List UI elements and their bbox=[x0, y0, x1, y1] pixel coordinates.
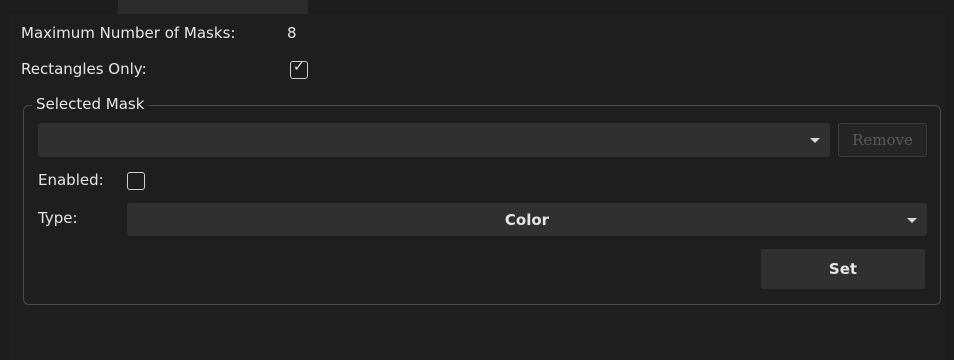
rectangles-only-label: Rectangles Only: bbox=[21, 60, 147, 78]
max-masks-label: Maximum Number of Masks: bbox=[21, 24, 236, 42]
rectangles-only-checkbox[interactable] bbox=[290, 59, 308, 79]
selected-mask-group-title: Selected Mask bbox=[32, 95, 149, 113]
chevron-down-icon bbox=[810, 138, 820, 143]
mask-select-dropdown[interactable] bbox=[38, 123, 830, 157]
chevron-down-icon bbox=[907, 217, 917, 223]
panel-tab-edge bbox=[118, 0, 308, 14]
type-select-value: Color bbox=[504, 210, 550, 229]
set-button[interactable]: Set bbox=[761, 249, 925, 289]
mask-select-value bbox=[38, 123, 830, 157]
type-label: Type: bbox=[38, 209, 78, 227]
enabled-label: Enabled: bbox=[38, 171, 104, 189]
type-select-dropdown[interactable]: Color bbox=[127, 203, 927, 236]
max-masks-value: 8 bbox=[287, 24, 297, 42]
remove-button[interactable]: Remove bbox=[838, 123, 927, 157]
enabled-checkbox[interactable] bbox=[127, 172, 145, 190]
